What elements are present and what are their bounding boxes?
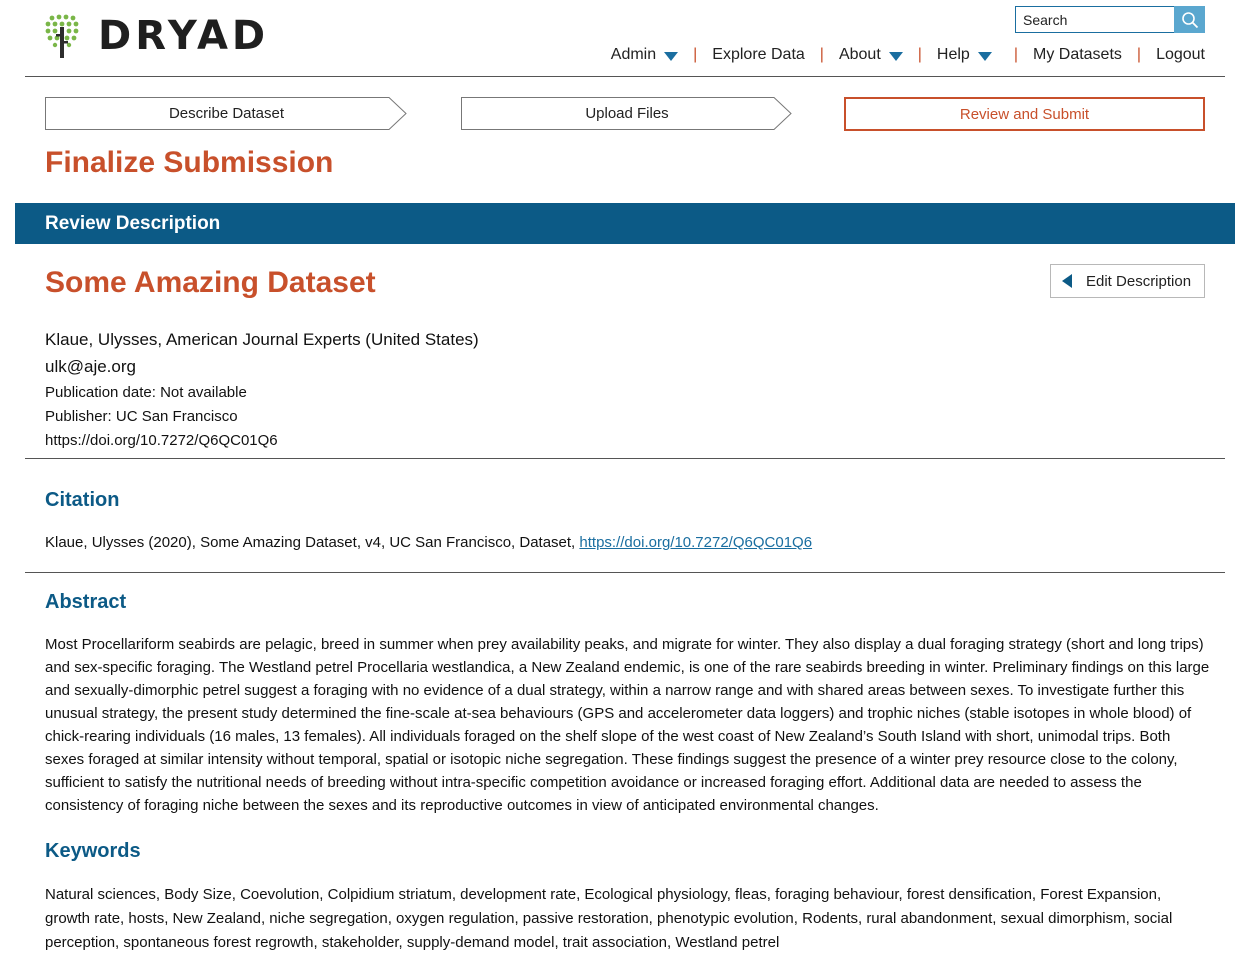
nav-separator: | bbox=[693, 46, 698, 63]
dataset-title: Some Amazing Dataset bbox=[45, 266, 376, 299]
citation-doi-link[interactable]: https://doi.org/10.7272/Q6QC01Q6 bbox=[579, 534, 812, 551]
nav-help[interactable]: Help bbox=[937, 46, 992, 64]
caret-down-icon bbox=[888, 51, 903, 61]
main-nav: Admin | Explore Data | About | Help | My… bbox=[611, 46, 1205, 64]
nav-explore-label: Explore Data bbox=[712, 46, 805, 63]
page-title: Finalize Submission bbox=[45, 146, 334, 179]
nav-separator: | bbox=[1013, 46, 1018, 63]
nav-logout[interactable]: Logout bbox=[1156, 46, 1205, 64]
citation-heading: Citation bbox=[45, 489, 120, 511]
step-upload-files[interactable]: Upload Files bbox=[461, 97, 793, 130]
nav-separator: | bbox=[917, 46, 922, 63]
nav-my-datasets[interactable]: My Datasets bbox=[1033, 46, 1122, 64]
search-box bbox=[1015, 6, 1205, 33]
keywords-text: Natural sciences, Body Size, Coevolution… bbox=[45, 886, 1173, 951]
header-divider bbox=[25, 76, 1225, 77]
nav-help-label: Help bbox=[936, 46, 970, 63]
keywords-heading: Keywords bbox=[45, 840, 141, 862]
nav-separator: | bbox=[1136, 46, 1142, 63]
logo-wordmark: DRYAD bbox=[98, 13, 270, 59]
search-icon bbox=[1181, 11, 1198, 28]
caret-down-icon bbox=[977, 51, 992, 61]
search-input[interactable] bbox=[1015, 6, 1174, 33]
step-describe-dataset[interactable]: Describe Dataset bbox=[45, 97, 408, 130]
dataset-email: ulk@aje.org bbox=[45, 357, 136, 376]
nav-my-datasets-label: My Datasets bbox=[1032, 46, 1122, 63]
citation-text: Klaue, Ulysses (2020), Some Amazing Data… bbox=[45, 534, 812, 551]
nav-admin-label: Admin bbox=[610, 46, 657, 63]
nav-admin[interactable]: Admin bbox=[610, 46, 679, 64]
abstract-text: Most Procellariform seabirds are pelagic… bbox=[45, 636, 1210, 814]
dryad-logo[interactable]: DRYAD bbox=[44, 14, 269, 58]
dataset-author: Klaue, Ulysses, American Journal Experts… bbox=[45, 330, 479, 349]
nav-logout-label: Logout bbox=[1156, 46, 1205, 63]
abstract-heading: Abstract bbox=[45, 591, 127, 613]
caret-left-icon bbox=[1062, 274, 1072, 288]
edit-description-button[interactable]: Edit Description bbox=[1050, 264, 1205, 298]
step-upload-label: Upload Files bbox=[585, 105, 669, 122]
section-bar-review-description: Review Description bbox=[15, 203, 1235, 244]
step-review-label: Review and Submit bbox=[959, 105, 1090, 123]
step-review-submit[interactable]: Review and Submit bbox=[844, 97, 1205, 131]
search-button[interactable] bbox=[1174, 6, 1205, 33]
citation-body: Klaue, Ulysses (2020), Some Amazing Data… bbox=[45, 534, 580, 551]
publisher: Publisher: UC San Francisco bbox=[45, 408, 238, 425]
nav-about-label: About bbox=[838, 46, 881, 63]
step-describe-label: Describe Dataset bbox=[168, 105, 285, 122]
section-divider bbox=[25, 458, 1225, 459]
dataset-doi: https://doi.org/10.7272/Q6QC01Q6 bbox=[45, 432, 278, 449]
publication-date: Publication date: Not available bbox=[45, 384, 247, 401]
section-divider bbox=[25, 572, 1225, 573]
nav-separator: | bbox=[819, 46, 824, 63]
edit-description-label: Edit Description bbox=[1086, 272, 1192, 290]
nav-about[interactable]: About bbox=[839, 46, 903, 64]
nav-explore-data[interactable]: Explore Data bbox=[712, 46, 805, 64]
dryad-tree-logo-icon bbox=[44, 14, 80, 58]
caret-down-icon bbox=[664, 51, 679, 61]
